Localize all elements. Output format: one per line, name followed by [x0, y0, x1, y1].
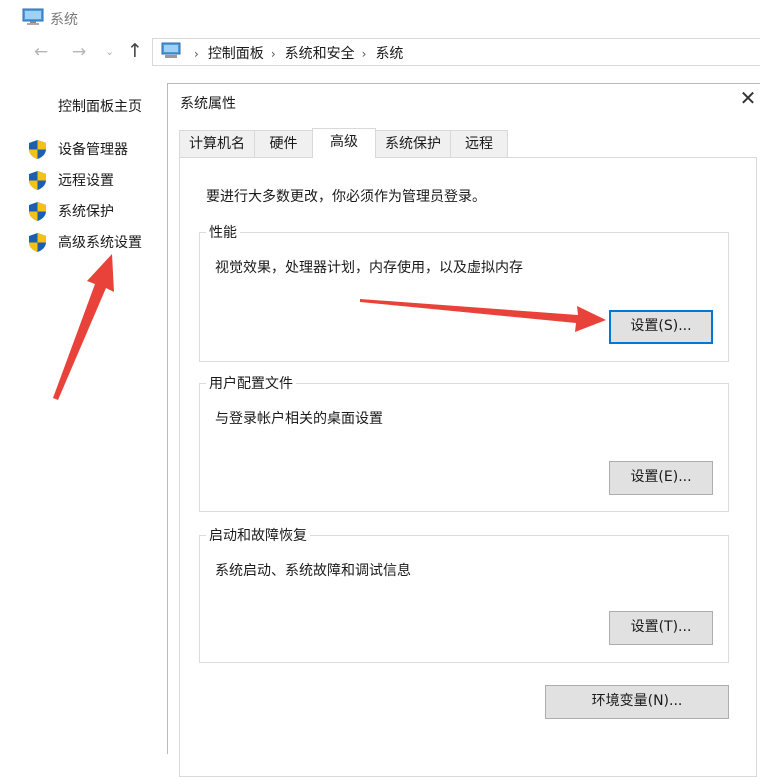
breadcrumb-system-security[interactable]: 系统和安全 [285, 46, 355, 62]
breadcrumb-separator: › [270, 47, 276, 61]
user-profiles-group: 用户配置文件 与登录帐户相关的桌面设置 设置(E)... [199, 373, 729, 512]
uac-shield-icon [29, 201, 46, 221]
breadcrumb-separator: › [361, 47, 367, 61]
uac-shield-icon [29, 170, 46, 190]
group-title: 用户配置文件 [206, 373, 296, 393]
system-monitor-icon [22, 8, 44, 25]
group-title: 启动和故障恢复 [206, 525, 310, 545]
recent-locations-chevron-icon[interactable]: ⌄ [105, 42, 114, 62]
breadcrumb-control-panel[interactable]: 控制面板 [208, 46, 264, 62]
control-panel-icon [161, 42, 181, 58]
sidebar-item-label: 远程设置 [58, 173, 114, 189]
up-button[interactable]: ↑ [127, 41, 143, 61]
tab-computer-name[interactable]: 计算机名 [179, 130, 255, 157]
environment-variables-button[interactable]: 环境变量(N)... [545, 685, 729, 719]
sidebar-home-link[interactable]: 控制面板主页 [58, 96, 142, 116]
admin-note: 要进行大多数更改，你必须作为管理员登录。 [206, 189, 486, 205]
forward-button[interactable]: → [72, 42, 86, 62]
sidebar-item-label: 设备管理器 [58, 142, 128, 158]
window-title: 系统 [50, 12, 78, 28]
close-icon[interactable]: ✕ [735, 86, 760, 110]
advanced-tab-panel: 要进行大多数更改，你必须作为管理员登录。 性能 视觉效果，处理器计划，内存使用，… [179, 157, 757, 777]
uac-shield-icon [29, 232, 46, 252]
address-bar[interactable]: › 控制面板 › 系统和安全 › 系统 [152, 38, 760, 66]
user-profiles-settings-button[interactable]: 设置(E)... [609, 461, 713, 495]
sidebar-item-label: 系统保护 [58, 204, 114, 220]
tab-system-protection[interactable]: 系统保护 [375, 130, 451, 157]
system-properties-dialog: 系统属性 ✕ 计算机名 硬件 高级 系统保护 远程 要进行大多数更改，你必须作为… [167, 83, 760, 777]
uac-shield-icon [29, 139, 46, 159]
performance-settings-button[interactable]: 设置(S)... [609, 310, 713, 344]
tab-advanced[interactable]: 高级 [312, 128, 376, 158]
group-description: 与登录帐户相关的桌面设置 [215, 411, 383, 427]
group-title: 性能 [206, 222, 240, 242]
sidebar-item-advanced-system-settings[interactable]: 高级系统设置 [28, 231, 142, 253]
breadcrumb-separator: › [194, 47, 199, 61]
breadcrumb: › 控制面板 › 系统和安全 › 系统 [187, 43, 403, 63]
dialog-title: 系统属性 [180, 96, 236, 112]
annotation-arrow-sidebar [53, 254, 114, 400]
back-button[interactable]: ← [34, 42, 48, 62]
sidebar-item-label: 高级系统设置 [58, 235, 142, 251]
tab-hardware[interactable]: 硬件 [254, 130, 313, 157]
group-description: 系统启动、系统故障和调试信息 [215, 563, 411, 579]
sidebar-item-system-protection[interactable]: 系统保护 [28, 200, 114, 222]
group-description: 视觉效果，处理器计划，内存使用，以及虚拟内存 [215, 260, 523, 276]
breadcrumb-system[interactable]: 系统 [375, 46, 403, 62]
tab-remote[interactable]: 远程 [450, 130, 508, 157]
sidebar-item-remote-settings[interactable]: 远程设置 [28, 169, 114, 191]
startup-recovery-group: 启动和故障恢复 系统启动、系统故障和调试信息 设置(T)... [199, 525, 729, 663]
performance-group: 性能 视觉效果，处理器计划，内存使用，以及虚拟内存 设置(S)... [199, 222, 729, 362]
sidebar-item-device-manager[interactable]: 设备管理器 [28, 138, 128, 160]
startup-recovery-settings-button[interactable]: 设置(T)... [609, 611, 713, 645]
